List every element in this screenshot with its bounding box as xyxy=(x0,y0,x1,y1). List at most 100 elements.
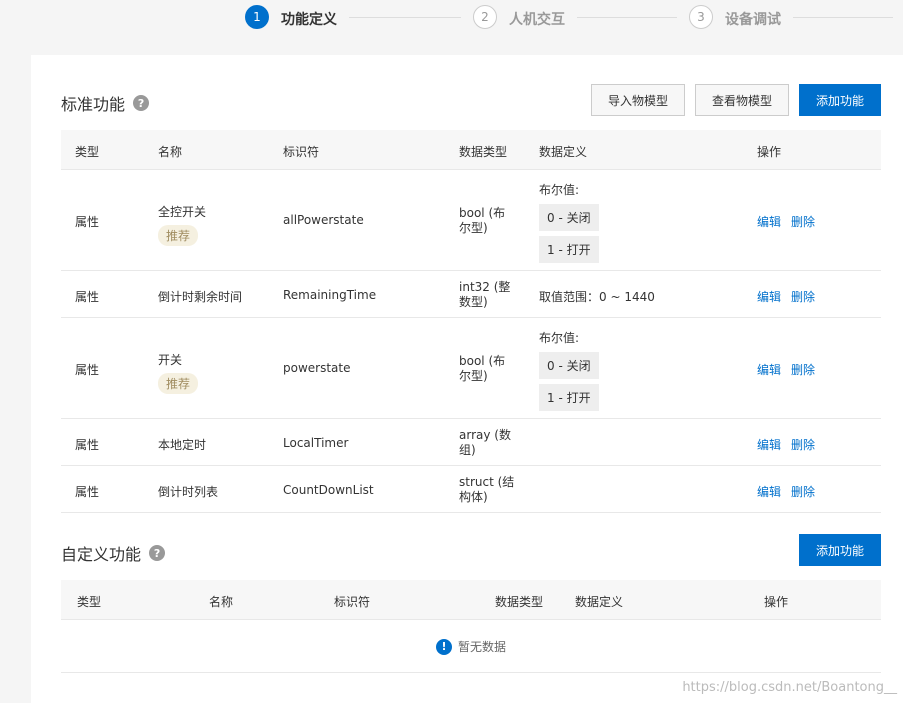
col-data-type: 数据类型 xyxy=(495,595,544,609)
col-actions: 操作 xyxy=(764,595,789,609)
row-name: 倒计时列表 xyxy=(158,485,219,499)
row-data-type: struct (结 构体) xyxy=(459,475,514,505)
bool-value-1: 1 - 打开 xyxy=(539,384,599,411)
col-data-def: 数据定义 xyxy=(539,145,588,159)
table-header: 类型 名称 标识符 数据类型 数据定义 操作 xyxy=(61,580,881,620)
standard-title-text: 标准功能 xyxy=(61,95,126,114)
bool-title: 布尔值: xyxy=(539,183,580,197)
row-data-type-line2: 尔型) xyxy=(459,369,488,383)
row-data-type: array (数 组) xyxy=(459,428,511,458)
step-1-circle[interactable]: 1 xyxy=(245,5,269,29)
col-name: 名称 xyxy=(158,145,183,159)
view-model-button[interactable]: 查看物模型 xyxy=(695,84,789,116)
table-row: 属性 倒计时剩余时间 RemainingTime int32 (整 数型) 取值… xyxy=(61,271,881,318)
info-icon: ! xyxy=(435,638,452,655)
row-actions: 编辑 删除 xyxy=(757,483,825,500)
row-data-type: bool (布 尔型) xyxy=(459,206,505,236)
row-identifier: LocalTimer xyxy=(283,436,349,450)
help-icon[interactable]: ? xyxy=(133,95,150,111)
recommend-tag: 推荐 xyxy=(158,373,199,394)
edit-link[interactable]: 编辑 xyxy=(757,290,781,304)
edit-link[interactable]: 编辑 xyxy=(757,485,781,499)
recommend-tag: 推荐 xyxy=(158,225,199,246)
row-name: 开关 xyxy=(158,353,183,367)
row-data-type-line2: 组) xyxy=(459,443,476,457)
watermark: https://blog.csdn.net/Boantong__ xyxy=(682,680,897,695)
row-type: 属性 xyxy=(75,215,100,229)
bool-value-0: 0 - 关闭 xyxy=(539,352,599,379)
row-data-type-line1: bool (布 xyxy=(459,354,506,368)
step-connector xyxy=(349,17,461,18)
row-data-type-line1: struct (结 xyxy=(459,475,515,489)
delete-link[interactable]: 删除 xyxy=(791,438,815,452)
bool-value-1: 1 - 打开 xyxy=(539,236,599,263)
row-data-range: 取值范围：0 ~ 1440 xyxy=(539,290,655,304)
edit-link[interactable]: 编辑 xyxy=(757,438,781,452)
col-data-def: 数据定义 xyxy=(575,595,624,609)
row-data-def: 布尔值: 0 - 关闭 1 - 打开 xyxy=(539,329,599,411)
table-row: 属性 全控开关 推荐 allPowerstate bool (布 尔型) 布尔值… xyxy=(61,170,881,271)
col-identifier: 标识符 xyxy=(283,145,320,159)
col-actions: 操作 xyxy=(757,145,782,159)
row-identifier: CountDownList xyxy=(283,483,374,497)
step-connector xyxy=(577,17,677,18)
row-actions: 编辑 删除 xyxy=(757,213,825,230)
col-data-type: 数据类型 xyxy=(459,145,508,159)
row-identifier: allPowerstate xyxy=(283,213,364,227)
row-name: 全控开关 xyxy=(158,205,207,219)
row-data-type: int32 (整 数型) xyxy=(459,280,510,310)
row-data-type-line2: 数型) xyxy=(459,295,488,309)
help-icon[interactable]: ? xyxy=(149,545,166,561)
delete-link[interactable]: 删除 xyxy=(791,485,815,499)
table-row: 属性 倒计时列表 CountDownList struct (结 构体) 编辑删… xyxy=(61,466,881,513)
row-identifier: powerstate xyxy=(283,361,351,375)
edit-link[interactable]: 编辑 xyxy=(757,363,781,377)
standard-section-title: 标准功能 ? xyxy=(61,91,150,115)
col-type: 类型 xyxy=(77,595,102,609)
row-data-type-line2: 尔型) xyxy=(459,221,488,235)
row-identifier: RemainingTime xyxy=(283,288,377,302)
row-name: 倒计时剩余时间 xyxy=(158,290,243,304)
custom-section-title: 自定义功能 ? xyxy=(61,541,166,565)
bool-title: 布尔值: xyxy=(539,331,580,345)
row-name: 本地定时 xyxy=(158,438,207,452)
row-data-type-line1: int32 (整 xyxy=(459,280,511,294)
row-data-type-line2: 构体) xyxy=(459,490,488,504)
delete-link[interactable]: 删除 xyxy=(791,290,815,304)
delete-link[interactable]: 删除 xyxy=(791,363,815,377)
row-actions: 编辑 删除 xyxy=(757,288,825,305)
row-data-type: bool (布 尔型) xyxy=(459,354,505,384)
step-2-label[interactable]: 人机交互 xyxy=(509,9,565,29)
empty-text: 暂无数据 xyxy=(457,640,506,654)
row-data-def: 布尔值: 0 - 关闭 1 - 打开 xyxy=(539,181,599,263)
row-data-type-line1: array (数 xyxy=(459,428,511,442)
custom-title-text: 自定义功能 xyxy=(61,545,142,564)
row-actions: 编辑 删除 xyxy=(757,436,825,453)
col-name: 名称 xyxy=(209,595,234,609)
row-name-cell: 开关 推荐 xyxy=(158,351,199,394)
row-data-type-line1: bool (布 xyxy=(459,206,506,220)
standard-table: 类型 名称 标识符 数据类型 数据定义 操作 属性 全控开关 推荐 allPow… xyxy=(61,130,881,513)
table-row: 属性 开关 推荐 powerstate bool (布 尔型) 布尔值: 0 -… xyxy=(61,318,881,419)
delete-link[interactable]: 删除 xyxy=(791,215,815,229)
edit-link[interactable]: 编辑 xyxy=(757,215,781,229)
add-function-button[interactable]: 添加功能 xyxy=(799,84,881,116)
row-actions: 编辑 删除 xyxy=(757,361,825,378)
steps-bar: 1 功能定义 2 人机交互 3 设备调试 xyxy=(0,0,903,40)
add-custom-function-button[interactable]: 添加功能 xyxy=(799,534,881,566)
step-connector xyxy=(793,17,893,18)
custom-table: 类型 名称 标识符 数据类型 数据定义 操作 ! 暂无数据 xyxy=(61,580,881,675)
row-name-cell: 全控开关 推荐 xyxy=(158,203,206,246)
step-2-circle[interactable]: 2 xyxy=(473,5,497,29)
import-model-button[interactable]: 导入物模型 xyxy=(591,84,685,116)
col-identifier: 标识符 xyxy=(334,595,371,609)
table-row: 属性 本地定时 LocalTimer array (数 组) 编辑 删除 xyxy=(61,419,881,466)
row-type: 属性 xyxy=(75,438,100,452)
row-type: 属性 xyxy=(75,363,100,377)
step-1-label[interactable]: 功能定义 xyxy=(281,9,337,29)
main-panel: 标准功能 ? 导入物模型 查看物模型 添加功能 类型 名称 标识符 数据类型 数… xyxy=(31,55,903,703)
table-header: 类型 名称 标识符 数据类型 数据定义 操作 xyxy=(61,130,881,170)
row-type: 属性 xyxy=(75,290,100,304)
step-3-label[interactable]: 设备调试 xyxy=(725,9,781,29)
step-3-circle[interactable]: 3 xyxy=(689,5,713,29)
